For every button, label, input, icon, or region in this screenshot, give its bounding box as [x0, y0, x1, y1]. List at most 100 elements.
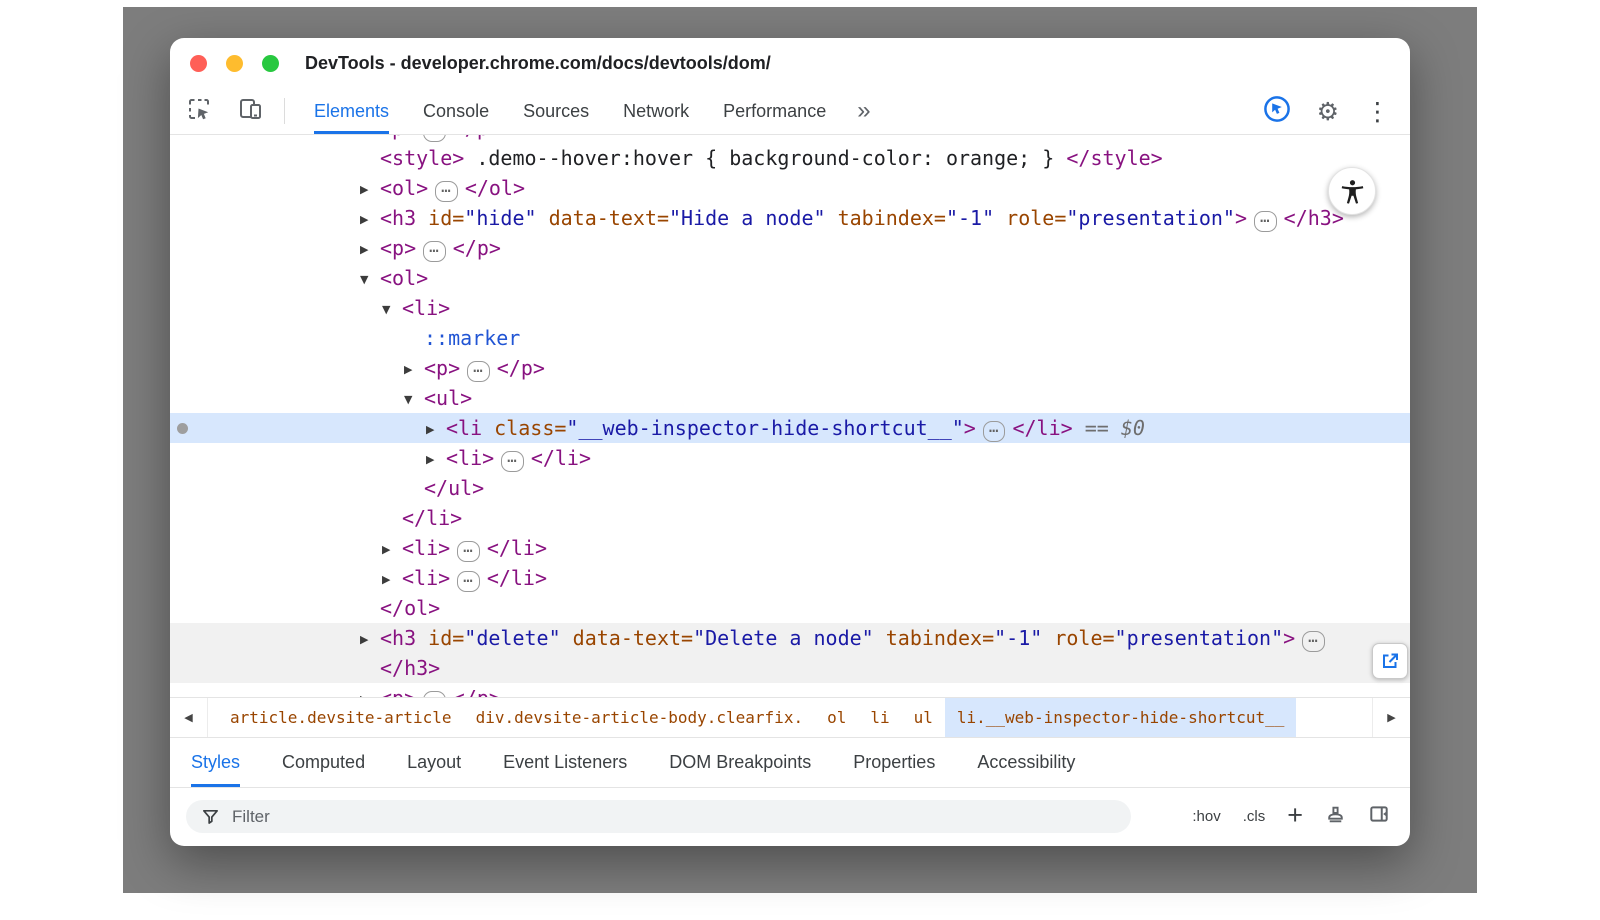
- tree-row[interactable]: ▼<ol>: [170, 263, 1410, 293]
- code-token-tag: <li: [446, 416, 482, 440]
- expand-arrow-icon[interactable]: ▶: [426, 415, 446, 445]
- inline-expand-button[interactable]: …: [467, 361, 490, 382]
- inline-expand-button[interactable]: …: [423, 135, 446, 142]
- expand-arrow-icon[interactable]: ▶: [404, 355, 424, 385]
- minimize-window-button[interactable]: [226, 55, 243, 72]
- breadcrumb-item[interactable]: ul: [902, 698, 945, 737]
- tab-elements[interactable]: Elements: [297, 88, 406, 134]
- toggle-element-state-button[interactable]: :hov: [1192, 808, 1220, 825]
- breadcrumb-scroll-right-button[interactable]: ▶: [1372, 698, 1410, 737]
- breadcrumb-item[interactable]: ol: [815, 698, 858, 737]
- code-token-tag: <p>: [380, 236, 416, 260]
- breadcrumb-item[interactable]: li: [858, 698, 901, 737]
- tree-row[interactable]: </ul>: [170, 473, 1410, 503]
- expand-arrow-icon[interactable]: ▶: [360, 625, 380, 655]
- collapse-arrow-icon[interactable]: ▼: [382, 295, 402, 325]
- breadcrumb-item-selected[interactable]: li.__web-inspector-hide-shortcut__: [945, 698, 1297, 737]
- tree-row[interactable]: ▶<p>…</p>: [170, 353, 1410, 383]
- tree-row[interactable]: ▶<h3 id="delete" data-text="Delete a nod…: [170, 623, 1410, 653]
- expand-arrow-icon[interactable]: ▶: [382, 565, 402, 595]
- tree-row[interactable]: ▼<ul>: [170, 383, 1410, 413]
- code-token-tag: </p>: [453, 686, 501, 697]
- tree-row[interactable]: ▶<li>…</li>: [170, 443, 1410, 473]
- code-token-tag: <li>: [402, 566, 450, 590]
- expand-arrow-icon[interactable]: ▶: [360, 235, 380, 265]
- code-token-tag: >: [1235, 206, 1247, 230]
- tree-row[interactable]: ▶<p>…</p>: [170, 683, 1410, 697]
- panel-tab-event-listeners[interactable]: Event Listeners: [482, 738, 648, 787]
- breadcrumb-item[interactable]: article.devsite-article: [218, 698, 464, 737]
- inline-expand-button[interactable]: …: [1302, 631, 1325, 652]
- zoom-window-button[interactable]: [262, 55, 279, 72]
- scroll-into-view-button[interactable]: [1372, 643, 1408, 679]
- tree-row-selected[interactable]: ▶<li class="__web-inspector-hide-shortcu…: [170, 413, 1410, 443]
- code-token-tag: </h3>: [380, 656, 440, 680]
- more-tabs-button[interactable]: »: [843, 99, 884, 123]
- tree-row[interactable]: ▶<p> … </p>: [170, 233, 1410, 263]
- panel-tab-accessibility[interactable]: Accessibility: [956, 738, 1096, 787]
- inline-expand-button[interactable]: …: [1254, 211, 1277, 232]
- tree-row[interactable]: ▶<h3 id="hide" data-text="Hide a node" t…: [170, 203, 1410, 233]
- inline-expand-button[interactable]: …: [983, 421, 1006, 442]
- code-token-tag: <li>: [402, 296, 450, 320]
- code-token-val: "-1": [994, 626, 1042, 650]
- tab-performance[interactable]: Performance: [706, 88, 843, 134]
- inline-expand-button[interactable]: …: [435, 181, 458, 202]
- panel-tab-layout[interactable]: Layout: [386, 738, 482, 787]
- code-token-tag: </p>: [453, 236, 501, 260]
- gear-icon[interactable]: ⚙: [1317, 99, 1339, 124]
- code-token-tag: <style>: [380, 146, 464, 170]
- code-token-attr: tabindex=: [874, 626, 994, 650]
- tree-row[interactable]: ::marker: [170, 323, 1410, 353]
- selected-node-marker: [177, 423, 188, 434]
- panel-tab-styles[interactable]: Styles: [170, 738, 261, 787]
- tree-row[interactable]: ▶<ol>…</ol>: [170, 173, 1410, 203]
- element-classes-button[interactable]: .cls: [1243, 808, 1266, 825]
- expand-arrow-icon[interactable]: ▶: [382, 535, 402, 565]
- inline-expand-button[interactable]: …: [423, 241, 446, 262]
- expand-arrow-icon[interactable]: ▶: [360, 175, 380, 205]
- panel-tab-properties[interactable]: Properties: [832, 738, 956, 787]
- expand-arrow-icon[interactable]: ▶: [360, 205, 380, 235]
- new-style-rule-button[interactable]: +: [1287, 802, 1303, 829]
- tree-row[interactable]: </ol>: [170, 593, 1410, 623]
- expand-arrow-icon[interactable]: ▶: [360, 685, 380, 697]
- tree-row[interactable]: </h3>: [170, 653, 1410, 683]
- stamp-icon[interactable]: [1325, 804, 1346, 830]
- inspect-cursor-icon[interactable]: [186, 96, 212, 127]
- tree-row[interactable]: ▶<li>…</li>: [170, 533, 1410, 563]
- breadcrumb-item[interactable]: div.devsite-article-body.clearfix.: [464, 698, 816, 737]
- device-toolbar-icon[interactable]: [238, 96, 264, 127]
- tree-row[interactable]: ▶<li>…</li>: [170, 563, 1410, 593]
- tab-console[interactable]: Console: [406, 88, 506, 134]
- tree-row[interactable]: ▼<li>: [170, 293, 1410, 323]
- panel-tab-computed[interactable]: Computed: [261, 738, 386, 787]
- collapse-arrow-icon[interactable]: ▼: [360, 265, 380, 295]
- styles-toolbar: :hov .cls +: [170, 787, 1410, 846]
- styles-filter-input[interactable]: [186, 800, 1131, 833]
- tree-row[interactable]: </li>: [170, 503, 1410, 533]
- tab-network[interactable]: Network: [606, 88, 706, 134]
- code-token-val: "-1": [946, 206, 994, 230]
- expand-arrow-icon[interactable]: ▶: [426, 445, 446, 475]
- panel-tab-dom-breakpoints[interactable]: DOM Breakpoints: [648, 738, 832, 787]
- code-token-tag: <ul>: [424, 386, 472, 410]
- code-token-tag: </li>: [402, 506, 462, 530]
- tab-sources[interactable]: Sources: [506, 88, 606, 134]
- inline-expand-button[interactable]: …: [501, 451, 524, 472]
- inline-expand-button[interactable]: …: [457, 541, 480, 562]
- collapse-arrow-icon[interactable]: ▼: [404, 385, 424, 415]
- close-window-button[interactable]: [190, 55, 207, 72]
- inline-expand-button[interactable]: …: [457, 571, 480, 592]
- title-bar: DevTools - developer.chrome.com/docs/dev…: [170, 38, 1410, 88]
- accessibility-overlay-button[interactable]: [1328, 167, 1376, 215]
- tab-label: DOM Breakpoints: [669, 738, 811, 787]
- tree-row[interactable]: ▶<p>…</p>: [170, 135, 1410, 143]
- blue-circle-cursor-icon[interactable]: [1263, 95, 1291, 128]
- kebab-menu-icon[interactable]: ⋮: [1365, 99, 1390, 124]
- breadcrumb-scroll-left-button[interactable]: ◀: [170, 698, 208, 737]
- code-token-tag: </li>: [1012, 416, 1072, 440]
- code-token-attr: id=: [416, 206, 464, 230]
- tree-row[interactable]: <style> .demo--hover:hover { background-…: [170, 143, 1410, 173]
- toggle-sidebar-icon[interactable]: [1368, 803, 1390, 830]
